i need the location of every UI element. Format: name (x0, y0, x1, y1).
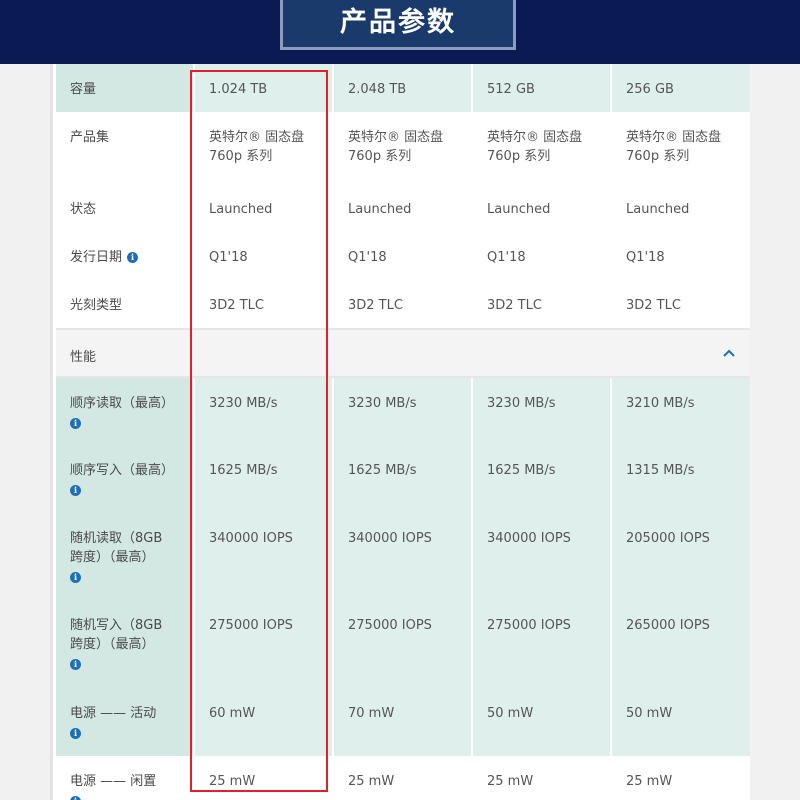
row-label-text: 随机读取（8GB 跨度）（最高） (70, 531, 163, 565)
table-cell: 256 GB (610, 64, 750, 112)
row-label-text: 产品集 (70, 130, 110, 145)
table-cell: Launched (332, 184, 471, 232)
table-cell: 70 mW (332, 688, 471, 756)
row-label: 光刻类型 (56, 280, 193, 328)
row-label: 产品集 (56, 112, 193, 184)
table-cell: 275000 IOPS (193, 600, 332, 688)
row-label-text: 电源 —— 活动 (70, 706, 157, 721)
table-cell: Launched (610, 184, 750, 232)
table-cell: 3230 MB/s (332, 378, 471, 445)
table-cell: 340000 IOPS (332, 513, 471, 600)
info-icon-wrap: i (70, 792, 181, 800)
table-cell: 3230 MB/s (471, 378, 610, 445)
table-cell: Launched (193, 184, 332, 232)
table-cell: 3D2 TLC (193, 280, 332, 328)
table-cell: 1625 MB/s (193, 445, 332, 513)
table-cell: 265000 IOPS (610, 600, 750, 688)
table-cell: 3D2 TLC (610, 280, 750, 328)
row-label-text: 顺序写入（最高） (70, 463, 175, 478)
info-icon[interactable]: i (70, 485, 81, 496)
table-cell: 340000 IOPS (471, 513, 610, 600)
table-cell: 3D2 TLC (332, 280, 471, 328)
table-row: 电源 —— 闲置i25 mW25 mW25 mW25 mW (56, 756, 750, 800)
table-cell: Q1'18 (193, 232, 332, 280)
table-row: 容量 1.024 TB 2.048 TB 512 GB 256 GB (56, 64, 750, 112)
table-cell: 25 mW (471, 756, 610, 800)
row-label: 电源 —— 活动 i (56, 688, 193, 756)
info-icon-wrap: i (70, 724, 181, 743)
row-label-text: 随机写入（8GB 跨度）（最高） (70, 618, 163, 652)
chevron-up-icon[interactable] (722, 346, 736, 360)
info-icon-wrap: i (70, 481, 181, 500)
table-cell: 340000 IOPS (193, 513, 332, 600)
row-label-text: 电源 —— 闲置 (70, 774, 157, 789)
table-cell: 50 mW (610, 688, 750, 756)
info-icon[interactable]: i (70, 796, 81, 800)
row-label: 电源 —— 闲置 i (56, 756, 193, 800)
table-cell: 英特尔® 固态盘 760p 系列 (332, 112, 471, 184)
row-label: 顺序读取（最高） i (56, 378, 193, 445)
table-cell: 25 mW (610, 756, 750, 800)
table-cell: 3210 MB/s (610, 378, 750, 445)
info-icon[interactable]: i (70, 572, 81, 583)
table-cell: 英特尔® 固态盘 760p 系列 (471, 112, 610, 184)
row-label-text: 发行日期 (70, 250, 123, 265)
row-label-text: 状态 (70, 202, 97, 217)
row-label: 容量 (56, 64, 193, 112)
row-label: 顺序写入（最高） i (56, 445, 193, 513)
row-label-text: 光刻类型 (70, 298, 123, 313)
spec-panel: 性能 容量 1.024 TB 2.048 TB 512 GB 256 GB 产品集 英特尔®… (50, 64, 750, 800)
table-cell: 3230 MB/s (193, 378, 332, 445)
table-cell: 25 mW (332, 756, 471, 800)
table-cell: 50 mW (471, 688, 610, 756)
row-label-text: 顺序读取（最高） (70, 396, 175, 411)
table-cell: Launched (471, 184, 610, 232)
table-cell: 1625 MB/s (471, 445, 610, 513)
table-row: 产品集 英特尔® 固态盘 760p 系列 英特尔® 固态盘 760p 系列 英特尔® 固态… (56, 112, 750, 184)
table-cell: Q1'18 (610, 232, 750, 280)
info-icon[interactable]: i (70, 728, 81, 739)
table-cell: 1.024 TB (193, 64, 332, 112)
table-row: 顺序读取（最高） i 3230 MB/s 3230 MB/s 3230 MB/s 3210… (56, 378, 750, 445)
row-label: 发行日期 i (56, 232, 193, 280)
table-row: 顺序写入（最高） i 1625 MB/s 1625 MB/s 1625 MB/s 1315… (56, 445, 750, 513)
table-row: 电源 —— 活动 i 60 mW 70 mW 50 mW 50 mW (56, 688, 750, 756)
table-cell: Q1'18 (332, 232, 471, 280)
row-label: 状态 (56, 184, 193, 232)
info-icon-wrap: i (70, 568, 181, 587)
table-cell: 60 mW (193, 688, 332, 756)
section-label: 性能 (70, 350, 97, 365)
table-cell: 512 GB (471, 64, 610, 112)
table-row: 发行日期 i Q1'18 Q1'18 Q1'18 Q1'18 (56, 232, 750, 280)
info-icon-wrap: i (70, 655, 181, 674)
info-icon-wrap: i (70, 414, 181, 433)
table-cell: 275000 IOPS (471, 600, 610, 688)
info-icon[interactable]: i (127, 252, 139, 263)
table-cell: 3D2 TLC (471, 280, 610, 328)
section-header-performance[interactable]: 性能 (56, 328, 750, 378)
row-label: 随机写入（8GB 跨度）（最高） i (56, 600, 193, 688)
page-title: 产品参数 (280, 0, 516, 50)
table-cell: 25 mW (193, 756, 332, 800)
row-label-text: 容量 (70, 82, 97, 97)
info-icon[interactable]: i (70, 659, 81, 670)
table-cell: 275000 IOPS (332, 600, 471, 688)
table-row: 随机写入（8GB 跨度）（最高） i 275000 IOPS 275000 IOPS 27… (56, 600, 750, 688)
info-icon[interactable]: i (70, 418, 81, 429)
table-cell: 205000 IOPS (610, 513, 750, 600)
table-cell: Q1'18 (471, 232, 610, 280)
table-cell: 2.048 TB (332, 64, 471, 112)
table-row: 光刻类型 3D2 TLC 3D2 TLC 3D2 TLC 3D2 TLC (56, 280, 750, 328)
table-cell: 1625 MB/s (332, 445, 471, 513)
row-label: 随机读取（8GB 跨度）（最高） i (56, 513, 193, 600)
table-cell: 英特尔® 固态盘 760p 系列 (610, 112, 750, 184)
table-cell: 英特尔® 固态盘 760p 系列 (193, 112, 332, 184)
table-row: 随机读取（8GB 跨度）（最高） i 340000 IOPS 340000 IOPS 34… (56, 513, 750, 600)
table-cell: 1315 MB/s (610, 445, 750, 513)
table-row: 状态 Launched Launched Launched Launched (56, 184, 750, 232)
